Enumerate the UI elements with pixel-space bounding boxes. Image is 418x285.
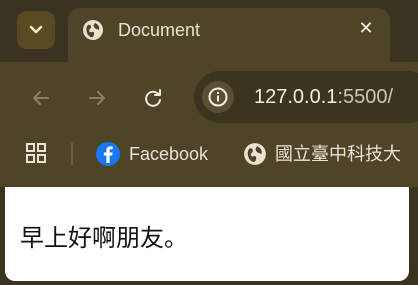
url-text: 127.0.0.1:5500/ [254, 85, 393, 109]
close-icon[interactable]: ✕ [356, 19, 376, 39]
bookmark-ntut[interactable]: 國立臺中科技大 [243, 141, 401, 167]
arrow-left-icon [33, 91, 49, 105]
bookmark-label: 國立臺中科技大 [275, 144, 401, 164]
page-content: 早上好啊朋友。 [5, 187, 409, 281]
facebook-icon [96, 142, 120, 166]
tab-search-button[interactable] [17, 11, 55, 49]
site-info-button[interactable] [202, 81, 234, 113]
info-icon [208, 87, 228, 107]
active-tab[interactable]: Document ✕ [68, 8, 390, 62]
url-host: 127.0.0.1 [254, 86, 338, 108]
bookmark-label: Facebook [129, 144, 209, 164]
address-bar[interactable]: 127.0.0.1:5500/ [194, 71, 418, 123]
arrow-right-icon [89, 91, 105, 105]
reload-icon [145, 89, 161, 107]
chevron-down-icon [29, 25, 43, 34]
bookmarks-divider [71, 143, 73, 165]
forward-button[interactable] [83, 84, 111, 112]
browser-window: Document ✕ 127.0.0.1:5500/ Facebook 國立臺中… [0, 0, 418, 285]
globe-icon [244, 143, 266, 165]
back-button[interactable] [27, 84, 55, 112]
globe-icon [83, 20, 103, 40]
url-path: :5500/ [337, 86, 394, 108]
page-text: 早上好啊朋友。 [20, 224, 188, 252]
apps-grid-icon[interactable] [25, 142, 47, 164]
bookmark-facebook[interactable]: Facebook [95, 141, 208, 167]
reload-button[interactable] [139, 84, 167, 112]
tab-title: Document [118, 20, 201, 40]
